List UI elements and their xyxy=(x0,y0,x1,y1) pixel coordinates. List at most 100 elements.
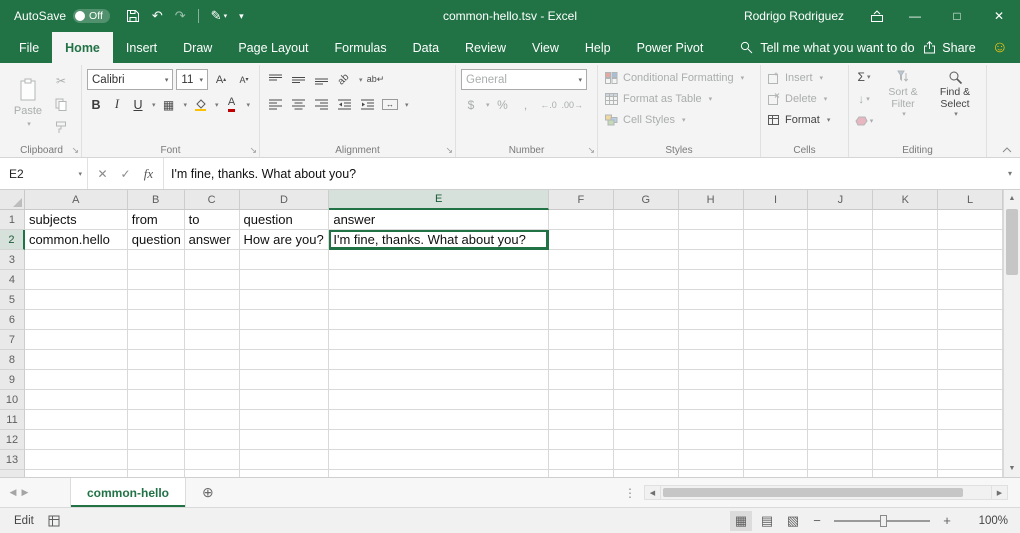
cell-L10[interactable] xyxy=(938,390,1003,410)
decrease-decimal-icon[interactable]: .00→ xyxy=(562,95,584,115)
cell-E9[interactable] xyxy=(329,370,549,390)
cell-B9[interactable] xyxy=(128,370,185,390)
cell-G3[interactable] xyxy=(614,250,679,270)
maximize-button[interactable]: □ xyxy=(936,0,978,32)
cell-L9[interactable] xyxy=(938,370,1003,390)
ribbon-tab-insert[interactable]: Insert xyxy=(113,32,170,63)
cell-E6[interactable] xyxy=(329,310,549,330)
cell-H14[interactable] xyxy=(679,470,744,477)
tell-me-search[interactable]: Tell me what you want to do xyxy=(740,32,914,63)
cell-G9[interactable] xyxy=(614,370,679,390)
cut-icon[interactable]: ✂ xyxy=(51,71,71,91)
cell-C13[interactable] xyxy=(185,450,240,470)
cell-C4[interactable] xyxy=(185,270,240,290)
fill-color-dropdown-icon[interactable]: ▾ xyxy=(215,101,219,109)
cell-E1[interactable]: answer xyxy=(329,210,549,230)
cell-D1[interactable]: question xyxy=(240,210,330,230)
cell-A9[interactable] xyxy=(25,370,128,390)
cell-D7[interactable] xyxy=(240,330,330,350)
fill-color-icon[interactable] xyxy=(190,95,210,115)
cell-J10[interactable] xyxy=(808,390,873,410)
cell-C1[interactable]: to xyxy=(185,210,240,230)
currency-dropdown-icon[interactable]: ▾ xyxy=(486,101,490,109)
cell-H8[interactable] xyxy=(679,350,744,370)
cell-A13[interactable] xyxy=(25,450,128,470)
cell-K2[interactable] xyxy=(873,230,938,250)
align-top-icon[interactable] xyxy=(265,70,285,90)
cell-B5[interactable] xyxy=(128,290,185,310)
cancel-icon[interactable]: ✕ xyxy=(91,167,114,181)
cell-K1[interactable] xyxy=(873,210,938,230)
cell-G5[interactable] xyxy=(614,290,679,310)
cell-A5[interactable] xyxy=(25,290,128,310)
cell-A11[interactable] xyxy=(25,410,128,430)
font-color-dropdown-icon[interactable]: ▾ xyxy=(247,101,251,109)
cell-C6[interactable] xyxy=(185,310,240,330)
cell-G6[interactable] xyxy=(614,310,679,330)
row-header-3[interactable]: 3 xyxy=(0,250,25,270)
hscroll-right-icon[interactable]: ▶ xyxy=(991,485,1008,500)
redo-icon[interactable]: ↷ xyxy=(175,8,186,24)
row-header-12[interactable]: 12 xyxy=(0,430,25,450)
ribbon-tab-page-layout[interactable]: Page Layout xyxy=(225,32,321,63)
cell-I11[interactable] xyxy=(744,410,809,430)
increase-font-icon[interactable]: A▴ xyxy=(211,70,231,90)
sheet-tab[interactable]: common-hello xyxy=(70,478,186,507)
row-header-5[interactable]: 5 xyxy=(0,290,25,310)
cell-K8[interactable] xyxy=(873,350,938,370)
cell-K14[interactable] xyxy=(873,470,938,477)
cell-H4[interactable] xyxy=(679,270,744,290)
column-header-D[interactable]: D xyxy=(240,190,330,210)
cell-H2[interactable] xyxy=(679,230,744,250)
cell-A4[interactable] xyxy=(25,270,128,290)
cell-F12[interactable] xyxy=(549,430,614,450)
cell-I3[interactable] xyxy=(744,250,809,270)
cell-I5[interactable] xyxy=(744,290,809,310)
cell-I4[interactable] xyxy=(744,270,809,290)
borders-icon[interactable]: ▦ xyxy=(159,95,179,115)
cell-C11[interactable] xyxy=(185,410,240,430)
row-header-7[interactable]: 7 xyxy=(0,330,25,350)
undo-icon[interactable]: ↶ xyxy=(152,8,163,24)
copy-icon[interactable] xyxy=(51,94,71,114)
formula-bar-expand-icon[interactable]: ▾ xyxy=(1000,158,1020,189)
cell-B12[interactable] xyxy=(128,430,185,450)
cell-A8[interactable] xyxy=(25,350,128,370)
format-as-table-button[interactable]: Format as Table▾ xyxy=(603,88,755,109)
cell-F6[interactable] xyxy=(549,310,614,330)
cell-K5[interactable] xyxy=(873,290,938,310)
cell-G2[interactable] xyxy=(614,230,679,250)
cell-J6[interactable] xyxy=(808,310,873,330)
cell-L6[interactable] xyxy=(938,310,1003,330)
cell-F5[interactable] xyxy=(549,290,614,310)
cell-F9[interactable] xyxy=(549,370,614,390)
wrap-text-icon[interactable]: ab↵ xyxy=(366,70,386,90)
cell-J7[interactable] xyxy=(808,330,873,350)
name-box-dropdown-icon[interactable]: ▾ xyxy=(78,170,82,178)
cell-K11[interactable] xyxy=(873,410,938,430)
ribbon-tab-home[interactable]: Home xyxy=(52,32,113,63)
column-header-J[interactable]: J xyxy=(808,190,873,210)
paste-button[interactable]: Paste ▾ xyxy=(7,67,49,139)
cell-I8[interactable] xyxy=(744,350,809,370)
cell-D10[interactable] xyxy=(240,390,330,410)
vscroll-thumb[interactable] xyxy=(1006,209,1018,275)
cell-J8[interactable] xyxy=(808,350,873,370)
scroll-down-icon[interactable]: ▼ xyxy=(1004,460,1020,477)
view-page-break-icon[interactable]: ▧ xyxy=(782,511,804,531)
cell-J3[interactable] xyxy=(808,250,873,270)
cell-H13[interactable] xyxy=(679,450,744,470)
scroll-up-icon[interactable]: ▲ xyxy=(1004,190,1020,207)
cell-J2[interactable] xyxy=(808,230,873,250)
zoom-out-button[interactable]: − xyxy=(808,513,826,528)
view-normal-icon[interactable]: ▦ xyxy=(730,511,752,531)
cell-H12[interactable] xyxy=(679,430,744,450)
cell-I9[interactable] xyxy=(744,370,809,390)
feedback-smiley-icon[interactable]: ☺ xyxy=(992,40,1008,56)
cell-L12[interactable] xyxy=(938,430,1003,450)
insert-function-icon[interactable]: fx xyxy=(137,166,160,182)
cell-C14[interactable] xyxy=(185,470,240,477)
cell-E14[interactable] xyxy=(329,470,549,477)
cell-D4[interactable] xyxy=(240,270,330,290)
underline-button[interactable]: U xyxy=(129,98,147,112)
